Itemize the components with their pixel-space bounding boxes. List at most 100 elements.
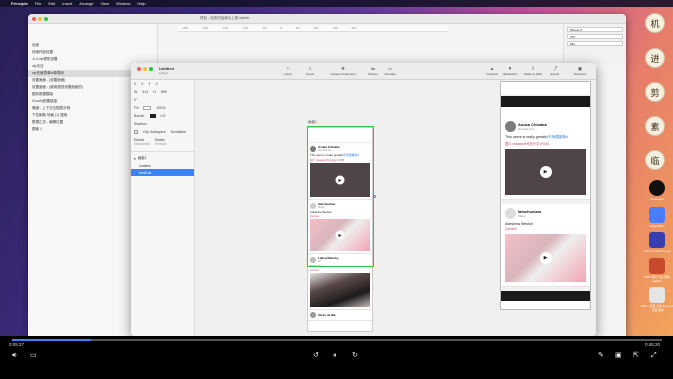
menu-app-name[interactable]: Principle xyxy=(11,1,28,6)
opacity-field[interactable]: 100% xyxy=(156,106,165,110)
selection-box[interactable] xyxy=(307,126,376,267)
border-field[interactable]: 0.5 xyxy=(161,114,166,118)
menu-edit[interactable]: Edit xyxy=(48,1,55,6)
layer-label: 画板1 xyxy=(137,156,147,160)
toolbar-label: Import xyxy=(305,72,315,76)
sticky-note[interactable]: 素 xyxy=(645,116,665,136)
prop-position: X0 Y0 xyxy=(134,82,158,86)
skip-forward-icon[interactable]: ↻ xyxy=(352,352,358,360)
layer-feedlist[interactable]: feedList xyxy=(131,169,194,176)
play-icon[interactable]: ▶ xyxy=(539,252,552,264)
device-select[interactable]: iPhone X xyxy=(567,27,623,32)
skip-back-icon[interactable]: ↺ xyxy=(313,352,319,360)
shadow-label: Shadow xyxy=(134,122,147,126)
sticky-note[interactable]: 临 xyxy=(645,150,665,170)
sticky-note[interactable]: 剪 xyxy=(645,82,665,102)
fullscreen-icon[interactable]: ⤢ xyxy=(651,352,657,360)
ruler: -250 -200 -150 -100 -50 0 50 100 150 200 xyxy=(178,26,448,32)
video-thumbnail[interactable]: ▶ xyxy=(505,234,586,282)
width-field[interactable]: 414 xyxy=(142,90,148,94)
zoom-button[interactable] xyxy=(149,67,153,71)
desktop-icon[interactable]: 2022 - 项目 大文 Export 2 - 项目 副本 xyxy=(641,287,673,312)
close-button[interactable] xyxy=(137,67,141,71)
menu-insert[interactable]: Insert xyxy=(62,1,72,6)
overview-button[interactable]: ▣ Overview xyxy=(569,66,591,76)
current-time: 0:05:27 xyxy=(9,342,25,347)
toolbar-label: Export xyxy=(550,72,560,76)
share-icon[interactable]: ⇱ xyxy=(633,352,639,360)
desktop-icon[interactable]: 2024 项目 大文 选项 spaceX xyxy=(641,258,673,283)
minimize-button[interactable] xyxy=(143,67,147,71)
play-icon[interactable]: ▶ xyxy=(539,166,552,178)
prop-rotation: 0° xyxy=(131,96,194,104)
subtitles-icon[interactable]: ▭ xyxy=(30,352,37,360)
insert-button[interactable]: + Insert xyxy=(277,66,299,76)
document-status: Edited xyxy=(159,71,168,75)
menu-file[interactable]: File xyxy=(35,1,41,6)
preview-card[interactable]: Iamchoclam Music Adeshina Weston Camera … xyxy=(501,204,590,287)
share-to-web-button[interactable]: ⇪ Share to Web xyxy=(520,66,546,76)
backward-button[interactable]: ▼ Backward xyxy=(499,66,521,76)
ruler-tick: -50 xyxy=(262,26,267,30)
prop-fill: Fill 100% xyxy=(131,104,194,112)
total-time: 0:45:20 xyxy=(645,342,661,347)
photo-thumbnail[interactable] xyxy=(310,273,370,307)
menu-window[interactable]: Window xyxy=(116,1,130,6)
prop-elastic: Elastic Horizontal Elastic Vertical xyxy=(131,136,194,148)
animate-button[interactable]: ▭ Animate xyxy=(379,66,401,76)
desktop-icon[interactable]: The Format Stl 1.png xyxy=(641,232,673,253)
fill-swatch[interactable] xyxy=(143,106,152,110)
menu-view[interactable]: View xyxy=(101,1,110,6)
video-controls: 0:05:27 0:45:20 🔊︎ ▭ ↺ ⏸︎ ↻ ✎ ▣ ⇱ ⤢ xyxy=(0,336,673,379)
feed-card[interactable]: Steve de BB xyxy=(308,310,372,321)
preview-top-bar xyxy=(501,82,590,96)
minimize-button[interactable] xyxy=(38,16,42,21)
layer-label: feedList xyxy=(139,170,152,175)
width-field[interactable]: 375 xyxy=(567,34,623,39)
menu-arrange[interactable]: Arrange xyxy=(79,1,93,6)
create-component-button[interactable]: ❖ Create Component xyxy=(328,66,358,76)
layer-row[interactable]: 人人vip预防设置 xyxy=(28,56,157,63)
volume-icon[interactable]: 🔊︎ xyxy=(12,352,16,360)
progress-bar[interactable] xyxy=(12,339,662,341)
pencil-icon[interactable]: ✎ xyxy=(598,352,604,360)
sticky-note[interactable]: 机 xyxy=(645,13,665,33)
scroll-label: Scrollable xyxy=(170,130,186,134)
prop-border: Border 0.5 xyxy=(131,112,194,120)
import-button[interactable]: ⇩ Import xyxy=(299,66,321,76)
desktop-icon-label: The Format Stl 1.png xyxy=(643,249,671,253)
menu-help[interactable]: Help xyxy=(137,1,145,6)
resize-handle[interactable] xyxy=(373,195,376,198)
y-field[interactable]: 0 xyxy=(156,82,158,86)
sticky-note[interactable]: 进 xyxy=(645,48,665,68)
layer-content[interactable]: content xyxy=(131,162,194,169)
layer-row[interactable]: 封面作品设置 xyxy=(28,49,157,56)
h-mode-label: Horizontal xyxy=(134,142,150,146)
chevron-down-icon: ▾ xyxy=(134,156,136,161)
clip-checkbox[interactable] xyxy=(134,130,138,134)
rotation-field[interactable]: 0° xyxy=(134,98,137,102)
close-button[interactable] xyxy=(32,16,36,21)
export-button[interactable]: ⤴ Export xyxy=(544,66,566,76)
pip-icon[interactable]: ▣ xyxy=(615,352,622,360)
toolbar-label: Insert xyxy=(284,72,292,76)
video-thumbnail[interactable]: ▶ xyxy=(505,149,586,195)
pause-icon[interactable]: ⏸︎ xyxy=(333,352,337,360)
card-meta: Music xyxy=(518,214,526,218)
toolbar-label: Forward xyxy=(486,72,498,76)
preview-phone[interactable]: Asuka Chinaka Recruitment This users is … xyxy=(500,81,591,310)
height-field[interactable]: 896 xyxy=(161,90,167,94)
ruler-tick: -100 xyxy=(242,26,249,30)
preview-card[interactable]: Asuka Chinaka Recruitment This users is … xyxy=(501,117,590,200)
zoom-button[interactable] xyxy=(44,16,48,21)
border-swatch[interactable] xyxy=(149,114,156,118)
desktop-icon[interactable]: Apple Editor xyxy=(641,207,673,228)
ruler-tick: 0 xyxy=(280,26,283,30)
layer-row[interactable]: 页面 xyxy=(28,42,157,49)
layer-artboard[interactable]: ▾ 画板1 xyxy=(131,155,194,162)
x-field[interactable]: 0 xyxy=(141,82,143,86)
height-field[interactable]: 812 xyxy=(567,41,623,46)
desktop: Principle File Edit Insert Arrange View … xyxy=(0,0,673,352)
desktop-icon[interactable]: Screenshot xyxy=(641,180,673,201)
ruler-tick: 100 xyxy=(313,26,319,30)
